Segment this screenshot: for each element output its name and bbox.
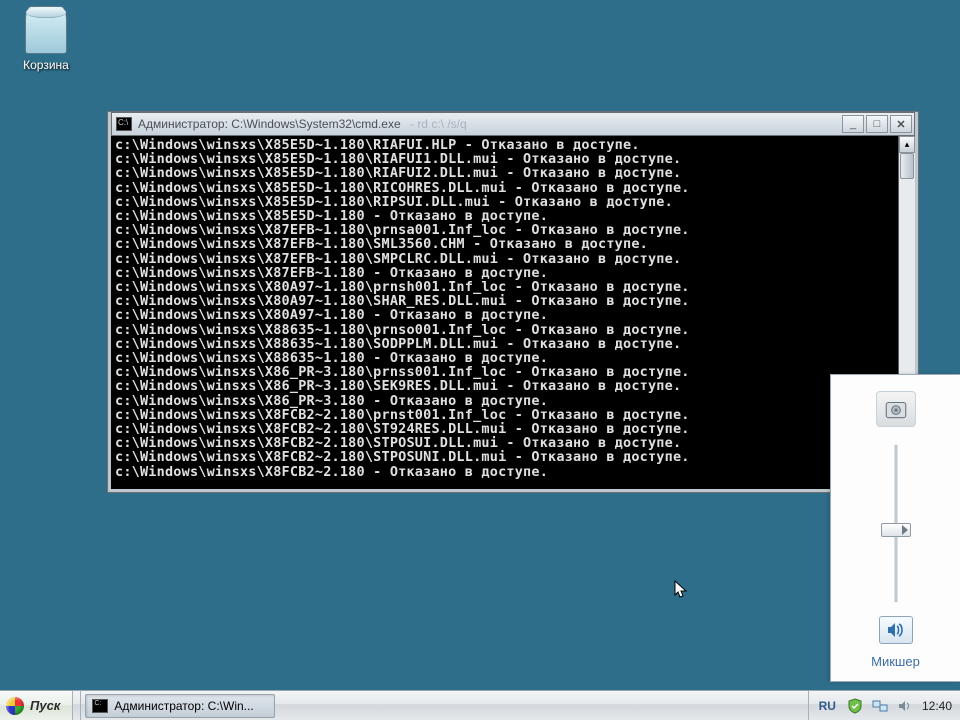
cmd-titlebar[interactable]: Администратор: C:\Windows\System32\cmd.e… <box>111 112 915 136</box>
language-indicator[interactable]: RU <box>817 699 838 713</box>
speaker-device-icon <box>883 396 909 422</box>
recycle-bin[interactable]: Корзина <box>18 6 74 72</box>
windows-logo-icon <box>6 697 24 715</box>
recycle-bin-label: Корзина <box>18 58 74 72</box>
scroll-up-button[interactable]: ▴ <box>899 136 915 153</box>
speaker-icon <box>886 622 906 638</box>
audio-device-icon[interactable] <box>876 391 916 427</box>
security-tray-icon[interactable] <box>847 698 863 714</box>
cmd-title-args: - rd c:\ /s/q <box>410 117 467 131</box>
mouse-cursor <box>674 580 688 600</box>
cmd-title-prefix: Администратор: <box>138 117 231 131</box>
cmd-icon <box>92 699 108 713</box>
volume-popup[interactable]: Микшер <box>830 374 960 682</box>
taskbar-tasks: Администратор: C:\Win... <box>81 691 807 720</box>
network-tray-icon[interactable] <box>872 698 888 714</box>
cmd-output[interactable]: c:\Windows\winsxs\X85E5D~1.180\RIAFUI.HL… <box>111 136 898 489</box>
taskbar[interactable]: Пуск Администратор: C:\Win... RU 12:40 <box>0 690 960 720</box>
mixer-link[interactable]: Микшер <box>871 654 920 669</box>
tray-clock[interactable]: 12:40 <box>922 699 952 713</box>
start-label: Пуск <box>30 698 60 713</box>
cmd-window[interactable]: Администратор: C:\Windows\System32\cmd.e… <box>108 112 918 492</box>
recycle-bin-icon <box>25 6 67 54</box>
volume-thumb[interactable] <box>881 523 911 537</box>
system-tray[interactable]: RU 12:40 <box>808 691 960 720</box>
taskbar-task-cmd[interactable]: Администратор: C:\Win... <box>85 694 275 718</box>
cmd-title-path: C:\Windows\System32\cmd.exe <box>231 117 400 131</box>
minimize-button[interactable]: _ <box>842 115 864 133</box>
cmd-title: Администратор: C:\Windows\System32\cmd.e… <box>138 117 842 131</box>
scroll-thumb[interactable] <box>900 153 914 179</box>
mute-button[interactable] <box>879 616 913 644</box>
close-button[interactable]: ✕ <box>890 115 912 133</box>
task-label: Администратор: C:\Win... <box>114 699 268 713</box>
volume-slider[interactable] <box>885 445 907 602</box>
cmd-icon <box>116 117 132 131</box>
taskbar-separator <box>73 691 81 720</box>
start-button[interactable]: Пуск <box>0 691 73 720</box>
maximize-button[interactable]: □ <box>866 115 888 133</box>
volume-tray-icon[interactable] <box>897 698 913 714</box>
